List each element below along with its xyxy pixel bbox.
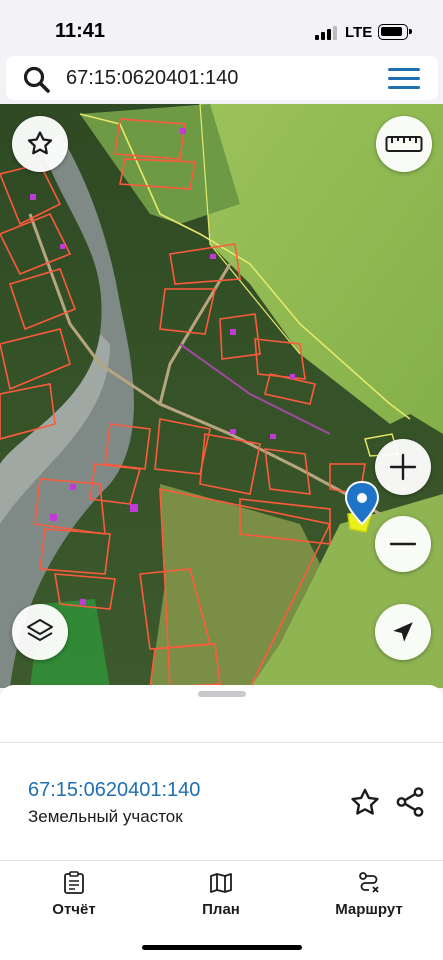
locate-button[interactable] <box>375 604 431 660</box>
search-bar[interactable]: 67:15:0620401:140 <box>6 56 438 100</box>
home-indicator <box>142 945 302 950</box>
sheet-drag-handle[interactable] <box>198 691 246 697</box>
map-view[interactable] <box>0 104 443 688</box>
bottom-tab-bar: Отчёт План Маршрут <box>0 863 443 933</box>
bottom-sheet[interactable]: 67:15:0620401:140 Земельный участок Отчё… <box>0 685 443 960</box>
tab-report[interactable]: Отчёт <box>14 863 134 933</box>
zoom-in-button[interactable] <box>375 439 431 495</box>
layers-button[interactable] <box>12 604 68 660</box>
minus-icon <box>389 542 417 546</box>
star-icon[interactable] <box>348 786 382 820</box>
status-bar: 11:41 LTE <box>0 0 443 56</box>
signal-icon <box>315 26 339 40</box>
favorite-map-button[interactable] <box>12 116 68 172</box>
status-time: 11:41 <box>55 20 106 42</box>
object-type: Земельный участок <box>28 807 183 826</box>
tab-plan-label: План <box>202 901 240 918</box>
network-type: LTE <box>345 24 373 41</box>
map-plan-icon <box>210 873 232 893</box>
ruler-button[interactable] <box>376 116 432 172</box>
layers-icon <box>27 619 53 641</box>
tab-route[interactable]: Маршрут <box>309 863 429 933</box>
hamburger-menu-icon[interactable] <box>388 68 420 90</box>
divider <box>0 860 443 861</box>
report-clipboard-icon <box>64 871 84 894</box>
star-icon <box>27 131 53 155</box>
route-icon <box>359 872 379 893</box>
zoom-out-button[interactable] <box>375 516 431 572</box>
tab-plan[interactable]: План <box>161 863 281 933</box>
satellite-map[interactable] <box>0 104 443 688</box>
plus-icon <box>389 453 417 481</box>
tab-report-label: Отчёт <box>52 901 96 918</box>
search-input[interactable]: 67:15:0620401:140 <box>66 67 238 90</box>
battery-icon <box>378 24 412 40</box>
navigation-arrow-icon <box>393 622 413 642</box>
search-icon[interactable] <box>22 65 52 95</box>
share-icon[interactable] <box>393 785 427 819</box>
ruler-icon <box>385 136 423 152</box>
tab-route-label: Маршрут <box>335 901 403 918</box>
divider <box>0 742 443 743</box>
cadastral-number[interactable]: 67:15:0620401:140 <box>28 779 200 802</box>
